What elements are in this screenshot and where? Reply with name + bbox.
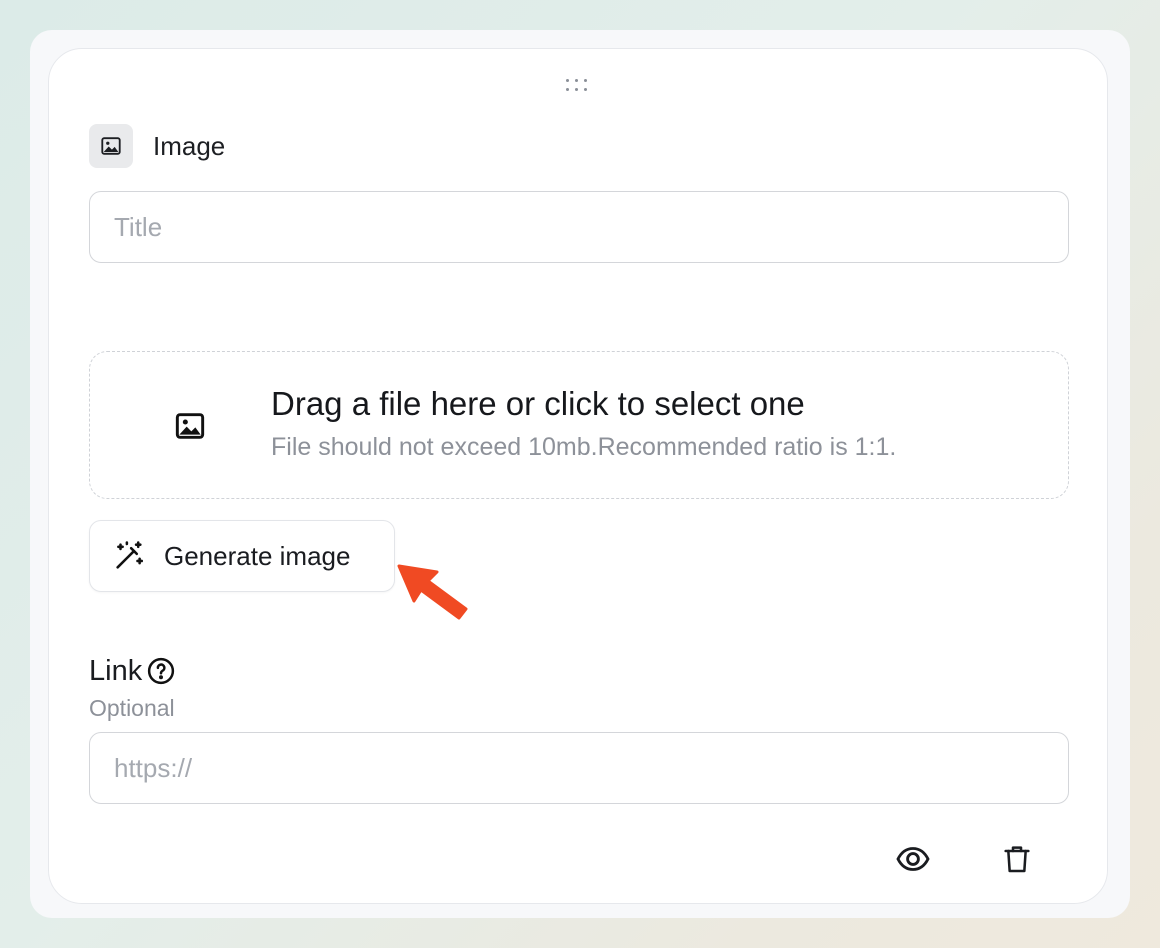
link-label: Link (89, 654, 143, 687)
block-title: Image (153, 130, 226, 161)
image-icon (174, 410, 206, 442)
screen-frame: Image Drag a file here or click to selec… (30, 30, 1130, 918)
dropzone-main-text: Drag a file here or click to select one (271, 385, 805, 422)
generate-image-label: Generate image (164, 540, 351, 571)
drag-handle-icon[interactable] (566, 79, 592, 93)
image-icon (89, 124, 133, 168)
eye-icon[interactable] (893, 839, 933, 879)
title-input[interactable] (89, 191, 1069, 263)
generate-image-button[interactable]: Generate image (89, 520, 395, 592)
image-block-card: Image Drag a file here or click to selec… (48, 48, 1108, 904)
file-dropzone[interactable]: Drag a file here or click to select one … (89, 351, 1069, 499)
dropzone-hint-text: File should not exceed 10mb.Recommended … (271, 433, 897, 461)
question-circle-icon[interactable] (146, 656, 176, 686)
trash-icon[interactable] (997, 839, 1037, 879)
link-input[interactable] (89, 732, 1069, 804)
magic-wand-icon (112, 539, 146, 573)
block-header: Image (89, 124, 225, 168)
link-label-row: Link (89, 654, 176, 688)
optional-label: Optional (89, 695, 175, 721)
dropzone-text: Drag a file here or click to select one … (271, 384, 896, 462)
arrow-pointer-icon (393, 559, 473, 623)
